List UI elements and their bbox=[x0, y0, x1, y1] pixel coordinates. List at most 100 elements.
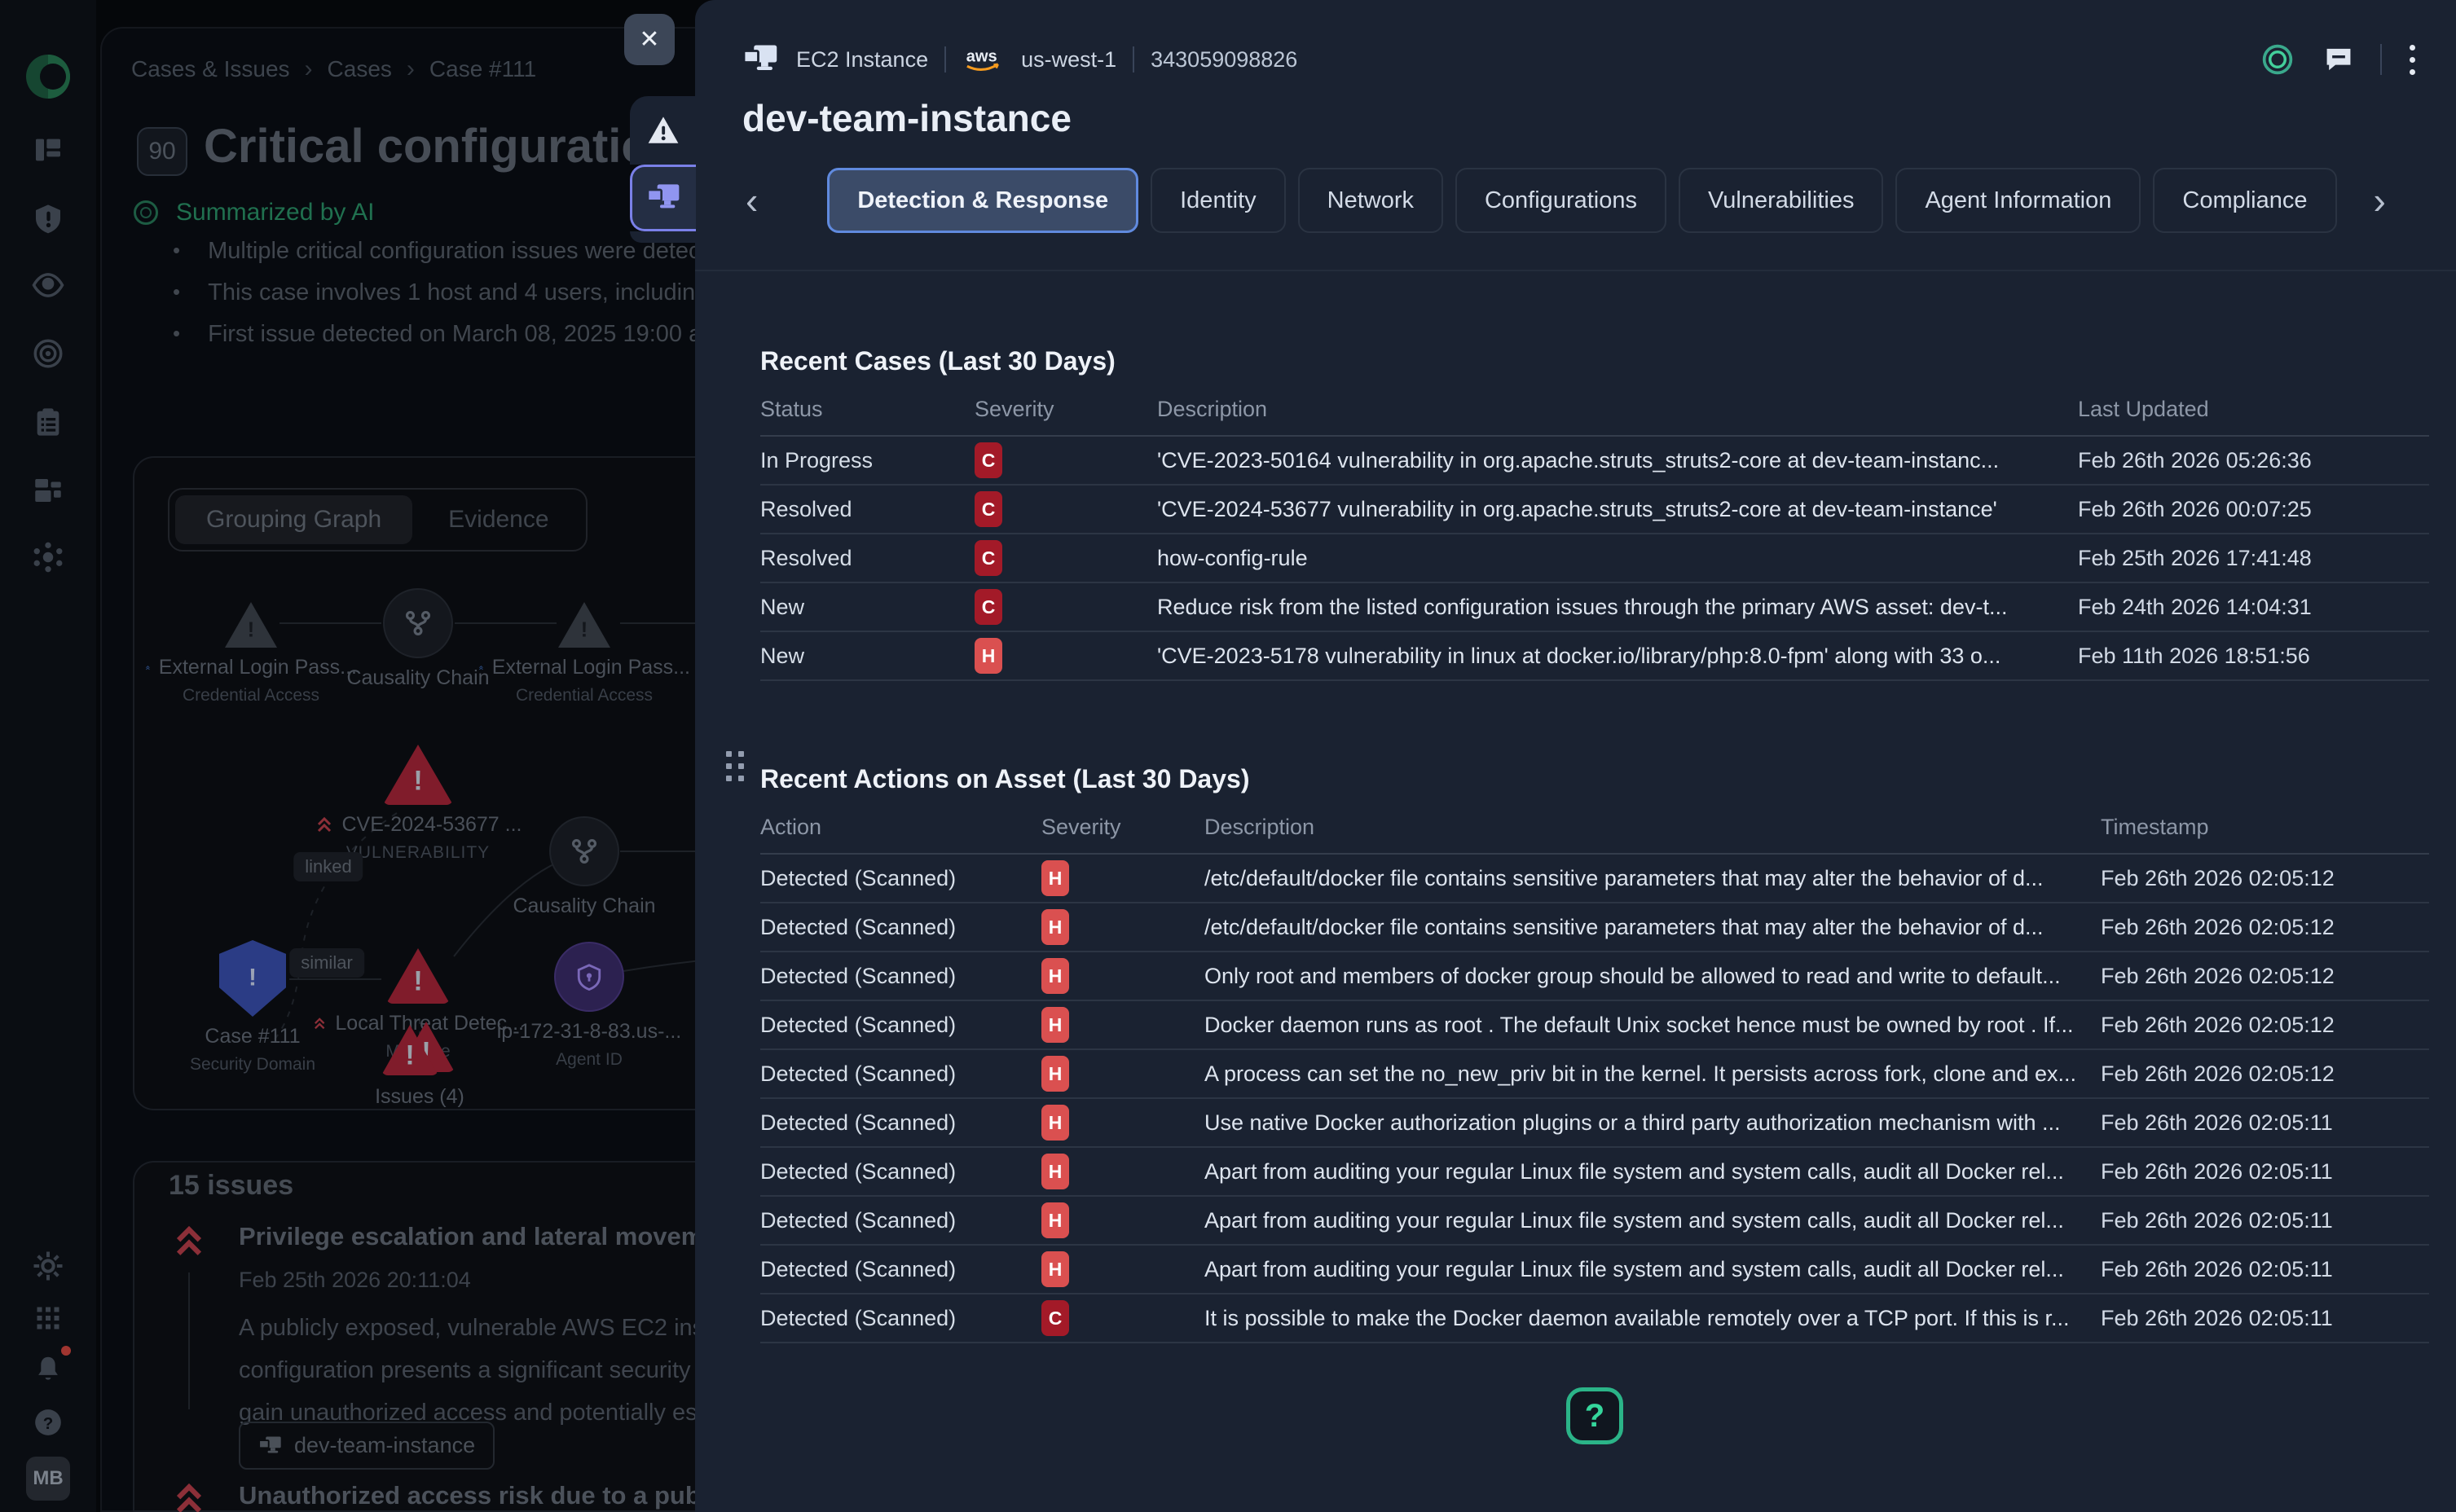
asset-chip[interactable]: dev-team-instance bbox=[239, 1422, 495, 1470]
app-sidebar: ? MB bbox=[0, 0, 96, 1512]
table-row[interactable]: In Progress C 'CVE-2023-50164 vulnerabil… bbox=[760, 437, 2429, 486]
recent-actions-title: Recent Actions on Asset (Last 30 Days) bbox=[760, 764, 2429, 794]
notifications-bell-icon[interactable] bbox=[29, 1349, 68, 1388]
tab-evidence[interactable]: Evidence bbox=[417, 495, 579, 544]
bullet-dot: • bbox=[173, 321, 180, 348]
tab-vulnerabilities[interactable]: Vulnerabilities bbox=[1679, 168, 1883, 233]
tabs-scroll-right-icon[interactable]: › bbox=[2362, 172, 2397, 229]
table-row[interactable]: Detected (Scanned) H /etc/default/docker… bbox=[760, 855, 2429, 903]
table-row[interactable]: New H 'CVE-2023-5178 vulnerability in li… bbox=[760, 632, 2429, 681]
sidebar-item-visibility[interactable] bbox=[29, 266, 68, 305]
panel-tab-bar: ‹ Detection & Response Identity Network … bbox=[695, 168, 2456, 233]
panel-header: EC2 Instance aws us-west-1 343059098826 bbox=[695, 0, 2456, 78]
critical-chevron-icon bbox=[171, 1224, 207, 1264]
table-row[interactable]: Detected (Scanned) H Apart from auditing… bbox=[760, 1148, 2429, 1197]
asset-type-label: EC2 Instance bbox=[796, 47, 928, 73]
more-options-kebab-icon[interactable] bbox=[2406, 42, 2419, 78]
critical-chevron-icon bbox=[171, 1481, 207, 1512]
recent-actions-header: Action Severity Description Timestamp bbox=[760, 801, 2429, 855]
ai-bullet: This case involves 1 host and 4 users, i… bbox=[208, 279, 768, 306]
alert-triangle-icon bbox=[225, 602, 277, 648]
ai-bullet: First issue detected on March 08, 2025 1… bbox=[208, 321, 742, 348]
graph-node-issues[interactable]: Issues (4) bbox=[314, 1018, 526, 1109]
asset-detail-panel: EC2 Instance aws us-west-1 343059098826 … bbox=[695, 0, 2456, 1512]
app-logo-icon[interactable] bbox=[24, 52, 73, 101]
table-row[interactable]: Detected (Scanned) H A process can set t… bbox=[760, 1050, 2429, 1099]
close-panel-button[interactable]: ✕ bbox=[624, 14, 675, 65]
threat-triangle-icon bbox=[386, 948, 450, 1004]
region-label: us-west-1 bbox=[1021, 47, 1116, 73]
case-title: Critical configuration bbox=[204, 119, 679, 174]
table-row[interactable]: Detected (Scanned) H Apart from auditing… bbox=[760, 1246, 2429, 1294]
table-row[interactable]: Resolved C how-config-rule Feb 25th 2026… bbox=[760, 534, 2429, 583]
table-row[interactable]: Resolved C 'CVE-2024-53677 vulnerability… bbox=[760, 486, 2429, 534]
edge-label-linked: linked bbox=[293, 852, 363, 881]
sidebar-item-inventory[interactable] bbox=[29, 471, 68, 510]
sidebar-item-risks[interactable] bbox=[29, 199, 68, 238]
branch-icon bbox=[383, 588, 453, 658]
severity-badge: H bbox=[1041, 1105, 1069, 1141]
side-tab-alerts[interactable] bbox=[630, 96, 696, 165]
tab-agent-information[interactable]: Agent Information bbox=[1895, 168, 2141, 233]
tab-grouping-graph[interactable]: Grouping Graph bbox=[175, 495, 412, 544]
case-shield-icon bbox=[219, 940, 286, 1017]
severity-chevron-icon bbox=[145, 658, 151, 678]
sidebar-item-dashboard[interactable] bbox=[29, 130, 68, 169]
notification-dot bbox=[61, 1346, 71, 1356]
recent-cases-title: Recent Cases (Last 30 Days) bbox=[760, 346, 2429, 376]
tab-detection-response[interactable]: Detection & Response bbox=[827, 168, 1138, 233]
warning-triangle-icon bbox=[646, 113, 680, 147]
sidebar-item-compliance[interactable] bbox=[29, 402, 68, 442]
graph-node-alert[interactable]: External Login Pass... Credential Access bbox=[478, 602, 690, 705]
table-row[interactable]: Detected (Scanned) H Docker daemon runs … bbox=[760, 1001, 2429, 1050]
breadcrumb-cases-issues[interactable]: Cases & Issues bbox=[131, 56, 290, 82]
settings-gear-icon[interactable] bbox=[29, 1246, 68, 1286]
aws-logo-icon: aws bbox=[962, 45, 1005, 74]
ai-assistant-icon[interactable] bbox=[2258, 40, 2297, 79]
asset-monitor-icon bbox=[646, 182, 682, 214]
col-description: Description bbox=[1204, 815, 2101, 840]
sidebar-item-targets[interactable] bbox=[29, 334, 68, 373]
graph-view-switcher: Grouping Graph Evidence bbox=[168, 488, 588, 552]
breadcrumb-case-111[interactable]: Case #111 bbox=[429, 56, 536, 82]
table-row[interactable]: Detected (Scanned) H /etc/default/docker… bbox=[760, 903, 2429, 952]
tab-compliance[interactable]: Compliance bbox=[2153, 168, 2336, 233]
table-row[interactable]: Detected (Scanned) H Use native Docker a… bbox=[760, 1099, 2429, 1148]
issue-description-line: A publicly exposed, vulnerable AWS EC2 i… bbox=[239, 1307, 711, 1349]
svg-text:?: ? bbox=[43, 1414, 54, 1433]
tab-configurations[interactable]: Configurations bbox=[1455, 168, 1666, 233]
divider bbox=[944, 46, 946, 73]
sidebar-item-graph[interactable] bbox=[29, 538, 68, 577]
table-row[interactable]: Detected (Scanned) H Apart from auditing… bbox=[760, 1197, 2429, 1246]
issue-title[interactable]: Unauthorized access risk due to a public… bbox=[239, 1481, 771, 1510]
col-severity: Severity bbox=[975, 397, 1157, 422]
col-status: Status bbox=[760, 397, 975, 422]
col-action: Action bbox=[760, 815, 1041, 840]
account-id-label: 343059098826 bbox=[1151, 47, 1297, 73]
help-button[interactable]: ? bbox=[1566, 1387, 1623, 1444]
breadcrumb-cases[interactable]: Cases bbox=[328, 56, 392, 82]
col-severity: Severity bbox=[1041, 815, 1204, 840]
alert-triangle-icon bbox=[558, 602, 610, 648]
asset-title: dev-team-instance bbox=[742, 96, 2456, 140]
tabs-scroll-left-icon[interactable]: ‹ bbox=[734, 172, 769, 229]
breadcrumb-separator: › bbox=[407, 55, 415, 83]
chat-icon[interactable] bbox=[2322, 42, 2356, 77]
apps-grid-icon[interactable] bbox=[29, 1299, 68, 1338]
ai-summary-label: Summarized by AI bbox=[176, 199, 374, 226]
issue-description-line: configuration presents a significant sec… bbox=[239, 1349, 691, 1391]
side-tab-asset[interactable] bbox=[630, 165, 696, 231]
table-row[interactable]: Detected (Scanned) C It is possible to m… bbox=[760, 1294, 2429, 1343]
table-row[interactable]: New C Reduce risk from the listed config… bbox=[760, 583, 2429, 632]
graph-node-causality[interactable]: Causality Chain bbox=[478, 816, 690, 918]
severity-badge: C bbox=[975, 540, 1002, 576]
table-row[interactable]: Detected (Scanned) H Only root and membe… bbox=[760, 952, 2429, 1001]
tab-network[interactable]: Network bbox=[1298, 168, 1443, 233]
severity-badge: H bbox=[1041, 958, 1069, 994]
severity-badge: H bbox=[1041, 1007, 1069, 1043]
user-avatar[interactable]: MB bbox=[26, 1457, 70, 1501]
tab-identity[interactable]: Identity bbox=[1151, 168, 1286, 233]
panel-resize-grip[interactable] bbox=[726, 751, 744, 781]
help-circle-icon[interactable]: ? bbox=[29, 1403, 68, 1442]
case-score-badge: 90 bbox=[137, 127, 187, 176]
